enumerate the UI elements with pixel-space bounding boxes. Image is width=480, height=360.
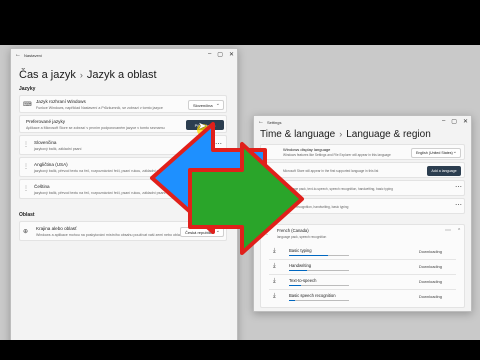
letterbox-top (0, 0, 480, 45)
video-frame: ← Nastavení – ▢ ✕ Čas a jazyk › Jazyk a ob… (0, 0, 480, 360)
letterbox-bottom (0, 340, 480, 360)
swap-arrows (150, 122, 304, 255)
